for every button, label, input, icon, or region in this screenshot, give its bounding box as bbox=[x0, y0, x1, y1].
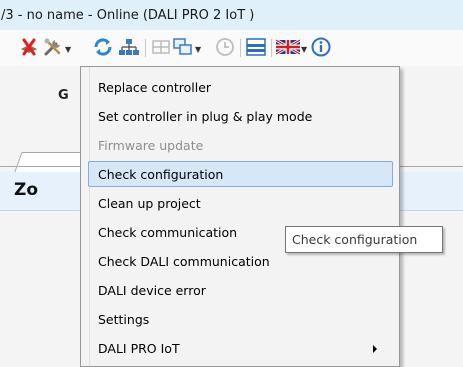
menu-item-check-configuration[interactable]: Check configuration bbox=[88, 161, 393, 187]
menu-item-label: Clean up project bbox=[98, 196, 201, 211]
refresh-button[interactable] bbox=[92, 36, 114, 58]
menu-item-label: Firmware update bbox=[98, 138, 204, 153]
language-button[interactable]: ▼ bbox=[276, 36, 307, 58]
network-button[interactable] bbox=[118, 36, 140, 58]
tab-label: G bbox=[58, 88, 69, 103]
menu-item-label: DALI device error bbox=[98, 283, 206, 298]
tooltip-text: Check configuration bbox=[292, 232, 418, 247]
list-button[interactable] bbox=[245, 36, 267, 58]
menu-item-replace-controller[interactable]: Replace controller bbox=[88, 74, 393, 100]
copy-button[interactable]: ▼ bbox=[172, 36, 201, 58]
chevron-down-icon: ▼ bbox=[195, 44, 202, 54]
tools-icon bbox=[44, 38, 61, 56]
menu-item-label: Check configuration bbox=[98, 167, 224, 182]
list-icon bbox=[246, 38, 266, 56]
menu-item-firmware-update: Firmware update bbox=[88, 132, 393, 158]
menu-item-label: DALI PRO IoT bbox=[98, 341, 180, 356]
toolbar-separator bbox=[240, 39, 241, 57]
clock-icon bbox=[216, 38, 234, 56]
tooltip: Check configuration bbox=[285, 226, 443, 253]
toolbar-separator bbox=[145, 39, 146, 57]
menu-item-label: Check communication bbox=[98, 225, 238, 240]
submenu-arrow-icon bbox=[373, 345, 377, 353]
tools-menu-button[interactable]: ▼ bbox=[42, 36, 71, 58]
window-title: /3 - no name - Online (DALI PRO 2 IoT ) bbox=[1, 8, 255, 23]
menu-item-dali-pro-iot[interactable]: DALI PRO IoT bbox=[88, 335, 393, 361]
menu-item-clean-up-project[interactable]: Clean up project bbox=[88, 190, 393, 216]
clock-button[interactable] bbox=[214, 36, 236, 58]
toolbar: ▼ ▼ ▼ bbox=[0, 30, 463, 66]
chevron-down-icon: ▼ bbox=[301, 44, 308, 54]
info-button[interactable] bbox=[310, 36, 332, 58]
network-icon bbox=[119, 39, 139, 55]
disconnect-icon bbox=[21, 38, 37, 56]
menu-item-label: Replace controller bbox=[98, 80, 212, 95]
refresh-icon bbox=[94, 38, 112, 56]
chevron-down-icon: ▼ bbox=[65, 44, 72, 54]
menu-item-label: Check DALI communication bbox=[98, 254, 270, 269]
grid-icon bbox=[152, 40, 170, 54]
menu-item-label: Settings bbox=[98, 312, 150, 327]
zone-header-text: Zo bbox=[14, 180, 39, 200]
tab-g[interactable] bbox=[14, 152, 90, 173]
window-title-bar: /3 - no name - Online (DALI PRO 2 IoT ) bbox=[0, 0, 463, 30]
menu-item-dali-device-error[interactable]: DALI device error bbox=[88, 277, 393, 303]
disconnect-button[interactable] bbox=[18, 36, 40, 58]
menu-item-label: Set controller in plug & play mode bbox=[98, 109, 313, 124]
toolbar-separator bbox=[271, 39, 272, 57]
copy-icon bbox=[173, 38, 192, 55]
menu-item-settings[interactable]: Settings bbox=[88, 306, 393, 332]
menu-item-plug-and-play[interactable]: Set controller in plug & play mode bbox=[88, 103, 393, 129]
tools-dropdown-menu: Replace controller Set controller in plu… bbox=[80, 66, 400, 367]
uk-flag-icon bbox=[276, 38, 300, 56]
info-icon bbox=[311, 37, 331, 57]
grid-button[interactable] bbox=[150, 36, 172, 58]
